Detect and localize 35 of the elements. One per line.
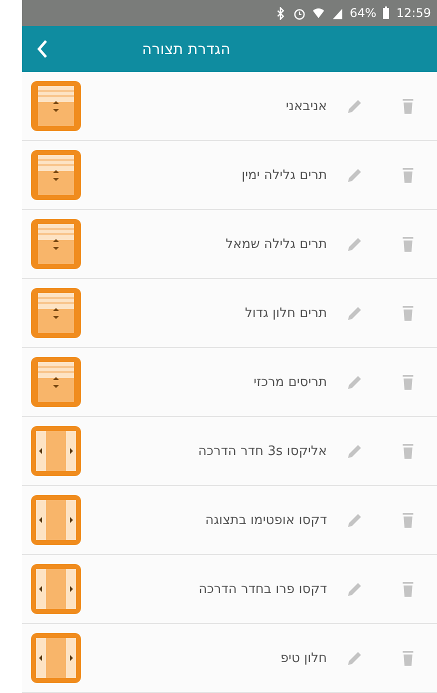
screen-title: הגדרת תצורה [142, 40, 230, 58]
device-name: תרים גלילה ימין [240, 168, 328, 182]
device-row[interactable]: תרים חלון גדול [22, 279, 437, 348]
trash-icon[interactable] [401, 97, 415, 115]
device-row[interactable]: אניבאני [22, 72, 437, 141]
device-row[interactable]: חלון טיפ [22, 624, 437, 693]
trash-icon[interactable] [401, 373, 415, 391]
trash-icon[interactable] [401, 580, 415, 598]
device-name: תריסים מרכזי [252, 374, 328, 390]
device-row[interactable]: דקסו פרו בחדר הדרכה [22, 555, 437, 624]
device-name: אליקסו 3s חדר הדרכה [197, 444, 328, 458]
device-row[interactable]: תרים גלילה שמאל [22, 210, 437, 279]
trash-icon[interactable] [401, 649, 415, 667]
back-chevron-icon [36, 39, 48, 60]
device-row[interactable]: תריסים מרכזי [22, 348, 437, 417]
battery-percent: 64% [350, 6, 376, 20]
device-name: חלון טיפ [279, 650, 328, 666]
trash-icon[interactable] [401, 304, 415, 322]
alarm-icon [292, 6, 306, 20]
device-name: אניבאני [284, 98, 328, 114]
trash-icon[interactable] [401, 235, 415, 253]
trash-icon[interactable] [401, 166, 415, 184]
trash-icon[interactable] [401, 442, 415, 460]
device-name: דקסו אופטימו בתצוגה [204, 512, 328, 528]
battery-icon [382, 6, 390, 20]
device-name: תרים גלילה שמאל [224, 236, 328, 252]
device-name: דקסו פרו בחדר הדרכה [198, 582, 328, 596]
device-row[interactable]: דקסו אופטימו בתצוגה [22, 486, 437, 555]
signal-icon [330, 6, 344, 20]
trash-icon[interactable] [401, 511, 415, 529]
device-name: תרים חלון גדול [244, 306, 328, 320]
device-row[interactable]: אליקסו 3s חדר הדרכה [22, 417, 437, 486]
wifi-icon [312, 6, 325, 20]
clock: 12:59 [396, 6, 431, 20]
device-row[interactable]: תרים גלילה ימין [22, 141, 437, 210]
